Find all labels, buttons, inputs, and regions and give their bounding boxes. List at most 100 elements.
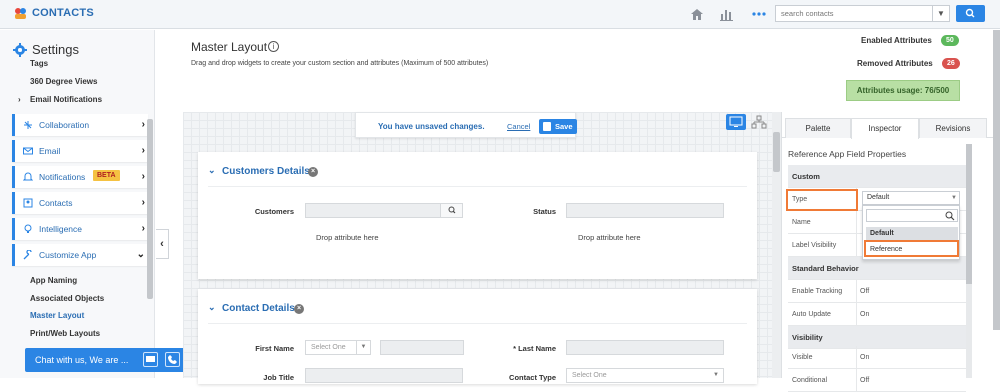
- chevron-right-icon: ›: [141, 145, 145, 156]
- search-input[interactable]: [776, 6, 933, 21]
- first-name-field[interactable]: [380, 340, 464, 355]
- contact-type-select[interactable]: Select One ▼: [566, 368, 724, 383]
- property-value[interactable]: On: [860, 311, 869, 318]
- settings-sidebar: Settings Tags 360 Degree Views › Email N…: [0, 30, 155, 378]
- select-placeholder: Select One: [311, 344, 346, 351]
- chat-phone-icon[interactable]: [165, 352, 180, 367]
- sidebar-item-notifications[interactable]: Notifications BETA ›: [12, 166, 148, 188]
- remove-section-icon[interactable]: ×: [294, 304, 304, 314]
- sidebar-item-collaboration[interactable]: Collaboration ›: [12, 114, 148, 136]
- panel-scrollbar[interactable]: [966, 144, 972, 378]
- panel-tabs: Palette Inspector Revisions: [782, 118, 1000, 139]
- remove-section-icon[interactable]: ×: [308, 167, 318, 177]
- sidebar-item-intelligence[interactable]: Intelligence ›: [12, 218, 148, 240]
- drop-zone-left[interactable]: Drop attribute here: [316, 233, 379, 242]
- save-button[interactable]: Save: [539, 119, 577, 134]
- sidebar-link-360-views[interactable]: 360 Degree Views: [30, 77, 97, 86]
- collapse-sidebar-button[interactable]: ‹: [156, 229, 169, 259]
- caret-down-icon: ▼: [356, 341, 370, 354]
- property-row-enable-tracking[interactable]: Enable Tracking Off: [788, 280, 966, 303]
- sidebar-item-email[interactable]: Email ›: [12, 140, 148, 162]
- dropdown-option-default[interactable]: Default: [866, 227, 958, 240]
- info-icon[interactable]: i: [268, 41, 279, 52]
- property-row-auto-update[interactable]: Auto Update On: [788, 303, 966, 326]
- sidebar-link-tags[interactable]: Tags: [30, 59, 48, 68]
- sub-item-print-web-layouts[interactable]: Print/Web Layouts: [30, 329, 100, 338]
- property-key: Visible: [792, 354, 813, 361]
- property-row-visible[interactable]: Visible On: [788, 346, 966, 369]
- enabled-attributes-label: Enabled Attributes: [861, 36, 932, 45]
- sidebar-item-label: Email: [39, 146, 61, 156]
- search-button[interactable]: [956, 5, 985, 22]
- reference-highlight: [864, 240, 959, 257]
- section-customers-details[interactable]: ⌄ Customers Details × Customers Status D…: [198, 152, 757, 279]
- chevron-right-icon: ›: [141, 197, 145, 208]
- first-name-select[interactable]: Select One ▼: [305, 340, 371, 355]
- chat-label: Chat with us, We are ...: [35, 355, 129, 365]
- caret-down-icon: ▼: [713, 372, 719, 378]
- sub-item-app-naming[interactable]: App Naming: [30, 276, 77, 285]
- chat-widget[interactable]: Chat with us, We are ...: [25, 348, 205, 372]
- more-icon[interactable]: [751, 6, 767, 22]
- search-icon: [945, 211, 955, 221]
- sidebar-scrollbar[interactable]: [147, 119, 153, 299]
- search-dropdown-icon[interactable]: ▼: [932, 6, 949, 21]
- sidebar-item-contacts[interactable]: Contacts ›: [12, 192, 148, 214]
- field-label-last-name: * Last Name: [513, 344, 556, 353]
- group-header-custom: Custom: [788, 165, 966, 188]
- search-icon[interactable]: [440, 204, 462, 217]
- drop-zone-right[interactable]: Drop attribute here: [578, 233, 641, 242]
- sidebar-chevron-right-icon: ›: [18, 95, 21, 104]
- chat-message-icon[interactable]: [143, 352, 158, 367]
- sidebar-item-label: Contacts: [39, 198, 73, 208]
- section-divider: [208, 186, 747, 187]
- sidebar-item-label: Notifications: [39, 172, 86, 182]
- bell-icon: [23, 172, 33, 181]
- last-name-field[interactable]: [566, 340, 724, 355]
- sidebar-link-email-notifications[interactable]: Email Notifications: [30, 95, 102, 104]
- canvas-scrollbar[interactable]: [772, 112, 781, 378]
- chevron-down-icon[interactable]: ⌄: [208, 165, 216, 176]
- sub-item-master-layout[interactable]: Master Layout: [30, 311, 84, 320]
- tab-inspector[interactable]: Inspector: [851, 118, 919, 139]
- collaboration-icon: [24, 121, 32, 129]
- page-title: Master Layout: [191, 40, 268, 54]
- customers-field[interactable]: [305, 203, 463, 218]
- sub-item-associated-objects[interactable]: Associated Objects: [30, 294, 104, 303]
- dropdown-search-input[interactable]: [866, 209, 958, 222]
- page-scrollbar[interactable]: [993, 30, 1000, 330]
- property-value[interactable]: Off: [860, 377, 869, 384]
- property-key: Name: [792, 219, 811, 226]
- section-title: Customers Details: [222, 166, 310, 177]
- type-select[interactable]: Default ▼: [862, 191, 960, 205]
- property-value[interactable]: On: [860, 354, 869, 361]
- removed-attributes-label: Removed Attributes: [857, 59, 933, 68]
- sidebar-item-customize-app[interactable]: Customize App ⌄: [12, 244, 148, 266]
- property-row-conditional[interactable]: Conditional Off: [788, 369, 966, 392]
- chevron-right-icon: ›: [141, 223, 145, 234]
- job-title-field[interactable]: [305, 368, 463, 383]
- chevron-down-icon: ⌄: [136, 249, 145, 260]
- cancel-link[interactable]: Cancel: [507, 122, 530, 131]
- attributes-usage: Attributes usage: 76/500: [846, 80, 960, 101]
- hierarchy-view-button[interactable]: [749, 114, 769, 130]
- desktop-view-button[interactable]: [726, 114, 746, 130]
- property-value[interactable]: Off: [860, 288, 869, 295]
- field-label-status: Status: [533, 207, 556, 216]
- wrench-icon: [23, 250, 32, 260]
- status-field[interactable]: [566, 203, 724, 218]
- email-icon: [23, 147, 33, 155]
- caret-down-icon: ▼: [951, 195, 957, 201]
- chevron-down-icon[interactable]: ⌄: [208, 302, 216, 313]
- beta-badge: BETA: [93, 170, 120, 181]
- section-contact-details[interactable]: ⌄ Contact Details × First Name Select On…: [198, 289, 757, 384]
- tab-revisions[interactable]: Revisions: [919, 118, 987, 138]
- removed-count-badge: 26: [942, 58, 960, 69]
- type-highlight: [786, 189, 858, 211]
- tab-palette[interactable]: Palette: [785, 118, 851, 138]
- search-box: ▼: [775, 5, 950, 22]
- sidebar-item-label: Collaboration: [39, 120, 90, 130]
- app-title[interactable]: CONTACTS: [32, 7, 94, 19]
- reports-icon[interactable]: [719, 6, 735, 22]
- home-icon[interactable]: [689, 6, 705, 22]
